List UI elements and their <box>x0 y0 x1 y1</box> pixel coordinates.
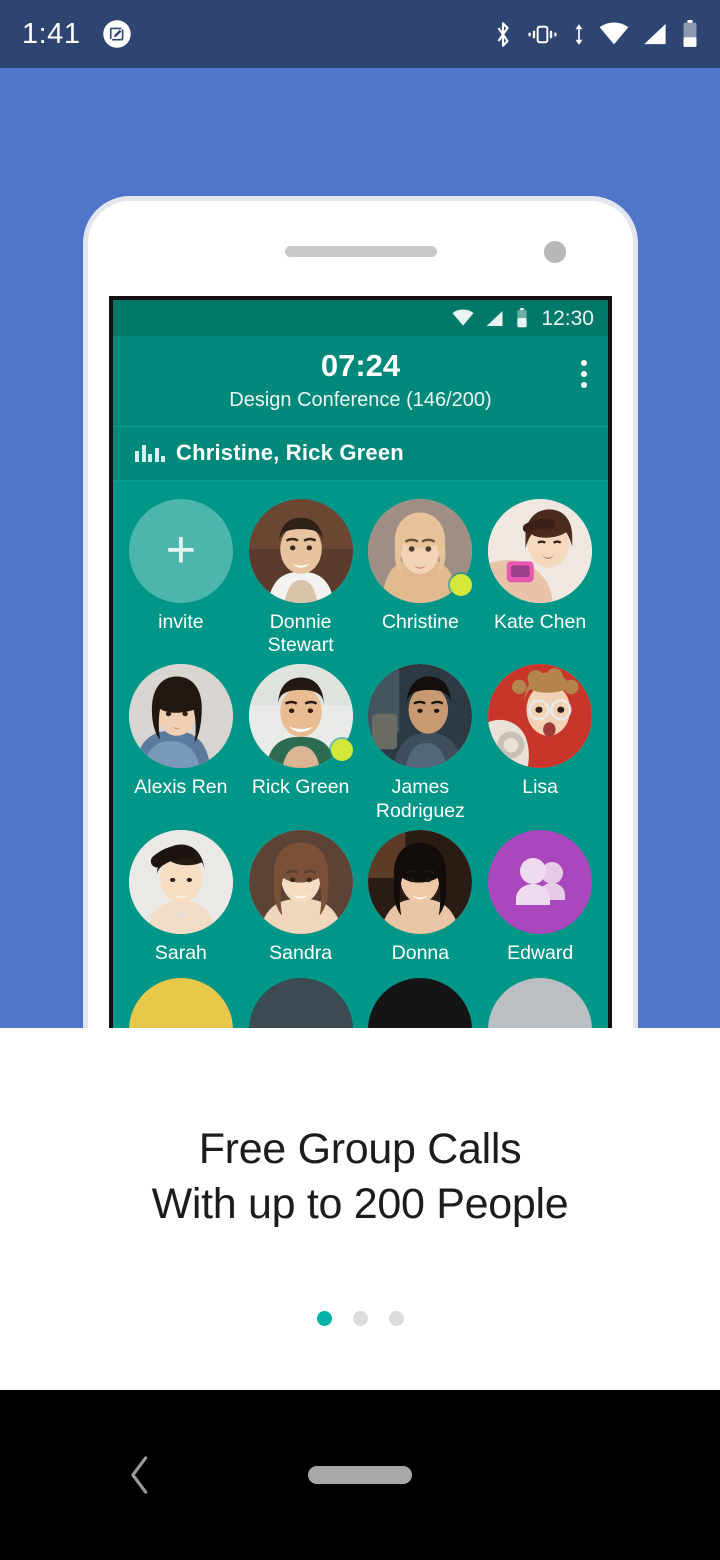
participant-tile[interactable]: Lisa <box>480 664 600 824</box>
participant-photo <box>128 829 233 934</box>
participant-tile[interactable] <box>121 977 241 1028</box>
onboarding-caption-section: Free Group Calls With up to 200 People <box>0 1028 720 1390</box>
participant-tile[interactable]: Edward <box>480 829 600 966</box>
caption-line-2: With up to 200 People <box>151 1180 569 1229</box>
participant-tile[interactable] <box>241 977 361 1028</box>
data-transfer-icon <box>572 22 586 47</box>
avatar <box>488 829 593 934</box>
battery-icon <box>682 20 698 48</box>
app-clock: 12:30 <box>541 306 594 330</box>
os-notification-icons <box>102 19 132 49</box>
online-status-dot <box>450 573 473 596</box>
participant-photo <box>128 977 233 1028</box>
participant-name: Donna <box>391 941 450 964</box>
os-clock: 1:41 <box>22 17 81 50</box>
call-timer: 07:24 <box>320 348 401 383</box>
call-header: 07:24 Design Conference (146/200) <box>113 336 608 427</box>
participant-photo <box>248 829 353 934</box>
participant-photo <box>488 498 593 603</box>
battery-icon <box>516 308 528 328</box>
avatar <box>128 664 233 769</box>
participant-photo <box>128 664 233 769</box>
android-nav-bar <box>0 1390 720 1560</box>
participant-tile[interactable]: Sandra <box>241 829 361 966</box>
participant-photo <box>368 664 473 769</box>
page-dot-2[interactable] <box>352 1311 368 1326</box>
participant-tile[interactable]: Alexis Ren <box>121 664 241 824</box>
online-status-dot <box>330 739 353 762</box>
cellular-signal-icon <box>485 310 505 327</box>
avatar <box>368 829 473 934</box>
avatar <box>488 664 593 769</box>
equalizer-icon <box>135 444 165 462</box>
participant-name: Edward <box>507 941 574 964</box>
avatar <box>368 498 473 603</box>
app-status-bar: 12:30 <box>113 300 608 336</box>
avatar <box>128 829 233 934</box>
participant-tile[interactable]: Sarah <box>121 829 241 966</box>
overflow-menu-icon[interactable] <box>580 360 588 388</box>
active-speakers-bar: Christine, Rick Green <box>113 426 608 481</box>
phone-front-camera <box>544 241 566 263</box>
participant-name: Alexis Ren <box>134 776 228 799</box>
participant-name: Christine <box>381 610 459 633</box>
participant-name: Donnie Stewart <box>267 610 334 657</box>
avatar <box>248 498 353 603</box>
phone-earpiece <box>284 246 437 257</box>
participant-tile[interactable]: Rick Green <box>241 664 361 824</box>
participant-photo <box>248 977 353 1028</box>
hero-illustration: 12:30 07:24 Design Conference (146/200) … <box>0 68 720 1028</box>
participant-name: invite <box>158 610 204 633</box>
avatar <box>488 498 593 603</box>
participant-tile[interactable]: Christine <box>361 498 481 659</box>
page-indicator[interactable] <box>0 1311 720 1326</box>
participant-photo <box>488 977 593 1028</box>
participant-photo <box>488 664 593 769</box>
back-chevron-icon[interactable] <box>118 1453 162 1497</box>
active-speakers-label: Christine, Rick Green <box>176 439 404 465</box>
participant-name: Kate Chen <box>494 610 587 633</box>
participant-tile[interactable]: Kate Chen <box>480 498 600 659</box>
caption-line-1: Free Group Calls <box>198 1125 522 1173</box>
plus-icon: + <box>128 498 233 603</box>
participant-tile[interactable]: James Rodriguez <box>361 664 481 824</box>
vibrate-icon <box>526 22 559 47</box>
os-system-icons <box>493 20 698 48</box>
participant-tile[interactable]: Donna <box>361 829 481 966</box>
participant-name: Sandra <box>269 941 333 964</box>
participants-grid: + invite Donnie Stewart Christine Kate C… <box>113 481 608 966</box>
page-title: Free Group Calls With up to 200 People <box>0 1122 720 1232</box>
os-status-bar: 1:41 <box>0 0 720 68</box>
call-title: Design Conference (146/200) <box>229 388 492 411</box>
screenshot-icon <box>102 19 132 49</box>
participant-name: Sarah <box>154 941 207 964</box>
invite-avatar: + <box>128 498 233 603</box>
participant-tile[interactable] <box>361 977 481 1028</box>
wifi-icon <box>599 22 629 46</box>
avatar <box>248 829 353 934</box>
page-dot-3[interactable] <box>388 1311 404 1326</box>
participant-tile[interactable] <box>480 977 600 1028</box>
participant-name: Rick Green <box>251 776 350 799</box>
wifi-icon <box>452 309 474 327</box>
participant-photo <box>248 498 353 603</box>
participant-photo <box>368 829 473 934</box>
participant-tile[interactable]: Donnie Stewart <box>241 498 361 659</box>
avatar <box>248 664 353 769</box>
cellular-signal-icon <box>642 22 669 46</box>
page-dot-1[interactable] <box>316 1311 332 1326</box>
participants-partial-row <box>113 966 608 1028</box>
group-icon <box>488 829 593 934</box>
home-pill-icon[interactable] <box>308 1466 412 1484</box>
participant-name: James Rodriguez <box>375 776 465 822</box>
bluetooth-icon <box>493 21 513 48</box>
participant-photo <box>368 977 473 1028</box>
invite-button[interactable]: + invite <box>121 498 241 659</box>
avatar <box>368 664 473 769</box>
phone-screen: 12:30 07:24 Design Conference (146/200) … <box>109 296 612 1028</box>
participant-name: Lisa <box>522 776 559 799</box>
phone-mockup: 12:30 07:24 Design Conference (146/200) … <box>88 201 633 1028</box>
